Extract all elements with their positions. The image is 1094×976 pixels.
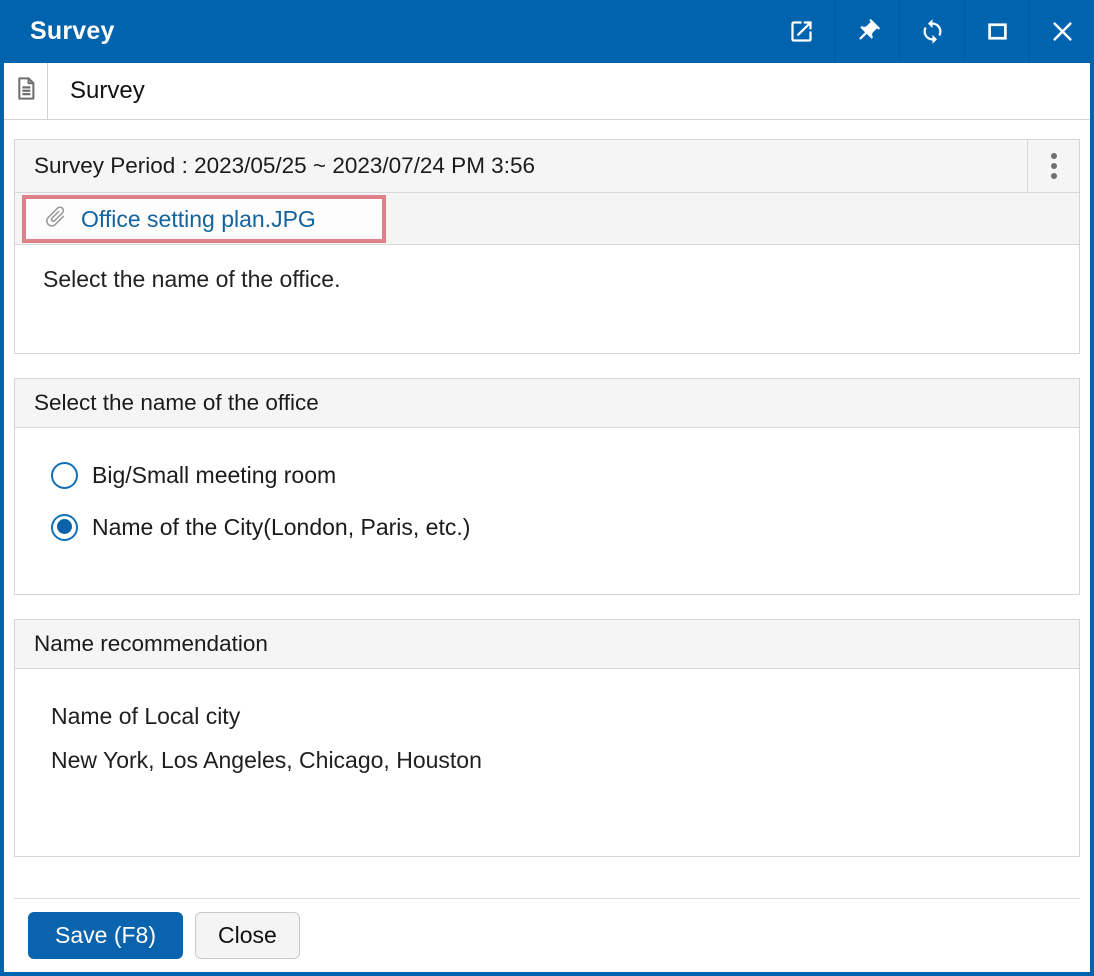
- question-options: Big/Small meeting room Name of the City(…: [15, 428, 1079, 594]
- pin-button[interactable]: [834, 0, 899, 63]
- recommendation-line: Name of Local city: [51, 694, 1079, 738]
- open-in-new-icon: [788, 18, 815, 45]
- option-big-small-meeting-room[interactable]: Big/Small meeting room: [51, 449, 1079, 501]
- option-label: Name of the City(London, Paris, etc.): [92, 514, 470, 541]
- main-content: Survey Period : 2023/05/25 ~ 2023/07/24 …: [4, 120, 1090, 972]
- paperclip-icon: [43, 204, 68, 235]
- close-icon: [1049, 18, 1076, 45]
- refresh-icon: [919, 18, 946, 45]
- radio-button[interactable]: [51, 514, 78, 541]
- close-window-button[interactable]: [1029, 0, 1094, 63]
- page-title: Survey: [48, 63, 145, 119]
- tab-bar: Survey: [4, 63, 1090, 120]
- attachment-filename: Office setting plan.JPG: [81, 206, 316, 233]
- survey-info-panel: Survey Period : 2023/05/25 ~ 2023/07/24 …: [14, 139, 1080, 354]
- save-button[interactable]: Save (F8): [28, 912, 183, 959]
- survey-period-header: Survey Period : 2023/05/25 ~ 2023/07/24 …: [15, 140, 1079, 193]
- footer-bar: Save (F8) Close: [14, 898, 1080, 972]
- pin-icon: [854, 18, 881, 45]
- attachment-row: Office setting plan.JPG: [15, 193, 1079, 245]
- survey-description: Select the name of the office.: [15, 245, 1079, 353]
- recommendation-panel: Name recommendation Name of Local city N…: [14, 619, 1080, 857]
- question-title: Select the name of the office: [15, 379, 1079, 428]
- refresh-button[interactable]: [899, 0, 964, 63]
- kebab-menu-icon: [1051, 153, 1057, 179]
- open-in-new-window-button[interactable]: [769, 0, 834, 63]
- titlebar-actions: [769, 0, 1094, 63]
- survey-options-menu-button[interactable]: [1027, 140, 1079, 192]
- maximize-button[interactable]: [964, 0, 1029, 63]
- tab-icon-cell: [4, 63, 48, 119]
- option-label: Big/Small meeting room: [92, 462, 336, 489]
- recommendation-title: Name recommendation: [15, 620, 1079, 669]
- survey-period-text: Survey Period : 2023/05/25 ~ 2023/07/24 …: [34, 153, 535, 179]
- radio-button[interactable]: [51, 462, 78, 489]
- recommendation-line: New York, Los Angeles, Chicago, Houston: [51, 738, 1079, 782]
- window-title: Survey: [0, 17, 115, 46]
- attachment-highlight-box: Office setting plan.JPG: [22, 195, 386, 243]
- close-button[interactable]: Close: [195, 912, 300, 959]
- recommendation-body: Name of Local city New York, Los Angeles…: [15, 669, 1079, 856]
- attachment-link[interactable]: Office setting plan.JPG: [43, 204, 316, 235]
- question-panel: Select the name of the office Big/Small …: [14, 378, 1080, 595]
- window-titlebar: Survey: [0, 0, 1094, 63]
- option-name-of-the-city[interactable]: Name of the City(London, Paris, etc.): [51, 501, 1079, 553]
- maximize-icon: [984, 18, 1011, 45]
- document-icon: [12, 75, 39, 107]
